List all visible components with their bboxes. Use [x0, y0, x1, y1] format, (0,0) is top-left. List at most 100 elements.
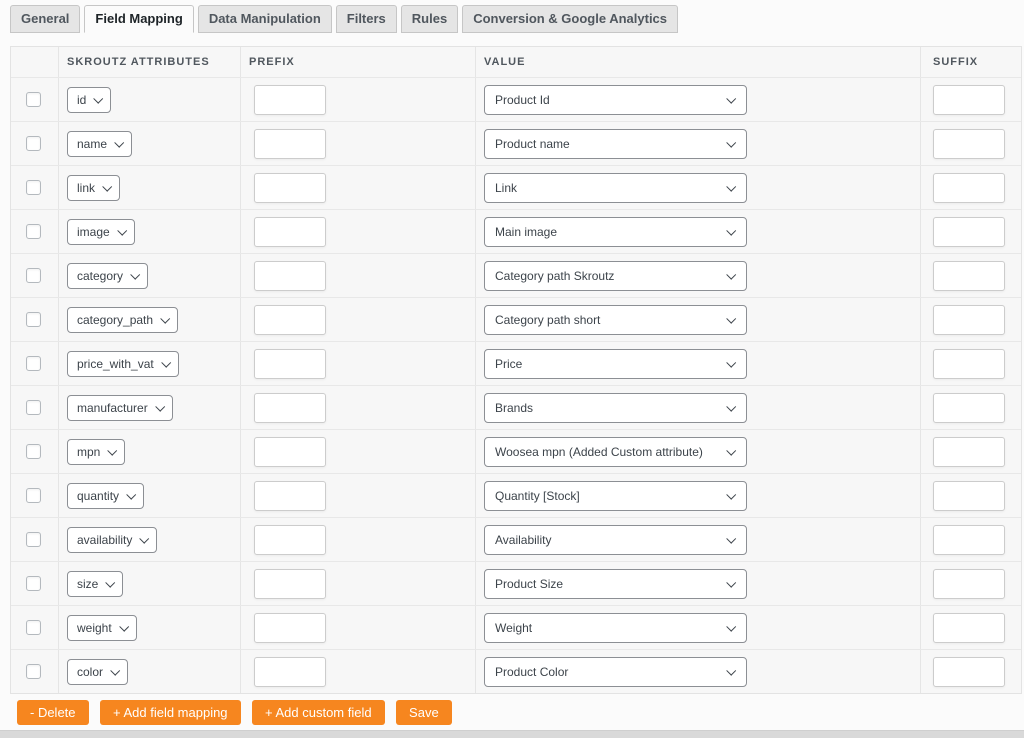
attribute-select[interactable]: color — [67, 659, 128, 685]
value-select-value: Main image — [495, 225, 557, 239]
column-header-checkbox — [11, 47, 59, 77]
suffix-input[interactable] — [933, 173, 1005, 203]
save-button[interactable]: Save — [396, 700, 452, 725]
row-checkbox[interactable] — [26, 576, 41, 591]
value-cell: Quantity [Stock] — [476, 474, 921, 517]
suffix-input[interactable] — [933, 569, 1005, 599]
prefix-input[interactable] — [254, 613, 326, 643]
value-select[interactable]: Woosea mpn (Added Custom attribute) — [484, 437, 747, 467]
prefix-input[interactable] — [254, 85, 326, 115]
table-row: name Product name — [11, 121, 1021, 165]
row-checkbox[interactable] — [26, 268, 41, 283]
prefix-input[interactable] — [254, 173, 326, 203]
prefix-input[interactable] — [254, 305, 326, 335]
tab-field-mapping[interactable]: Field Mapping — [84, 5, 193, 33]
row-checkbox[interactable] — [26, 180, 41, 195]
suffix-input[interactable] — [933, 217, 1005, 247]
tab-filters[interactable]: Filters — [336, 5, 397, 33]
suffix-input[interactable] — [933, 393, 1005, 423]
suffix-input[interactable] — [933, 613, 1005, 643]
chevron-down-icon — [726, 314, 736, 324]
attribute-select[interactable]: category — [67, 263, 148, 289]
prefix-input[interactable] — [254, 393, 326, 423]
attribute-cell: id — [59, 78, 241, 121]
row-checkbox[interactable] — [26, 532, 41, 547]
row-checkbox[interactable] — [26, 224, 41, 239]
attribute-select[interactable]: quantity — [67, 483, 144, 509]
prefix-input[interactable] — [254, 657, 326, 687]
attribute-select[interactable]: manufacturer — [67, 395, 173, 421]
row-checkbox[interactable] — [26, 400, 41, 415]
attribute-select[interactable]: name — [67, 131, 132, 157]
suffix-input[interactable] — [933, 481, 1005, 511]
prefix-input[interactable] — [254, 569, 326, 599]
value-select[interactable]: Main image — [484, 217, 747, 247]
value-select[interactable]: Product name — [484, 129, 747, 159]
prefix-input[interactable] — [254, 261, 326, 291]
value-select[interactable]: Availability — [484, 525, 747, 555]
value-select[interactable]: Link — [484, 173, 747, 203]
table-row: category Category path Skroutz — [11, 253, 1021, 297]
prefix-input[interactable] — [254, 129, 326, 159]
suffix-input[interactable] — [933, 525, 1005, 555]
attribute-select-value: weight — [77, 621, 112, 635]
row-checkbox[interactable] — [26, 312, 41, 327]
checkbox-cell — [11, 386, 59, 429]
value-select[interactable]: Product Id — [484, 85, 747, 115]
suffix-input[interactable] — [933, 261, 1005, 291]
attribute-select[interactable]: mpn — [67, 439, 125, 465]
chevron-down-icon — [726, 578, 736, 588]
row-checkbox[interactable] — [26, 488, 41, 503]
attribute-select[interactable]: link — [67, 175, 120, 201]
suffix-input[interactable] — [933, 657, 1005, 687]
row-checkbox[interactable] — [26, 356, 41, 371]
table-row: color Product Color — [11, 649, 1021, 693]
suffix-input[interactable] — [933, 349, 1005, 379]
tab-data-manipulation[interactable]: Data Manipulation — [198, 5, 332, 33]
add-custom-field-button[interactable]: + Add custom field — [252, 700, 385, 725]
table-row: size Product Size — [11, 561, 1021, 605]
chevron-down-icon — [117, 226, 127, 236]
attribute-select[interactable]: size — [67, 571, 123, 597]
value-select[interactable]: Brands — [484, 393, 747, 423]
value-select-value: Product name — [495, 137, 570, 151]
prefix-input[interactable] — [254, 437, 326, 467]
row-checkbox[interactable] — [26, 664, 41, 679]
suffix-input[interactable] — [933, 85, 1005, 115]
attribute-select[interactable]: image — [67, 219, 135, 245]
value-select[interactable]: Product Size — [484, 569, 747, 599]
delete-button[interactable]: - Delete — [17, 700, 89, 725]
attribute-select[interactable]: price_with_vat — [67, 351, 179, 377]
chevron-down-icon — [119, 622, 129, 632]
attribute-cell: name — [59, 122, 241, 165]
suffix-input[interactable] — [933, 437, 1005, 467]
tab-conversion-google-analytics[interactable]: Conversion & Google Analytics — [462, 5, 678, 33]
tab-rules[interactable]: Rules — [401, 5, 458, 33]
attribute-select[interactable]: id — [67, 87, 111, 113]
value-select[interactable]: Product Color — [484, 657, 747, 687]
value-select[interactable]: Price — [484, 349, 747, 379]
value-select-value: Price — [495, 357, 522, 371]
value-select[interactable]: Weight — [484, 613, 747, 643]
chevron-down-icon — [726, 138, 736, 148]
prefix-input[interactable] — [254, 525, 326, 555]
add-field-mapping-button[interactable]: + Add field mapping — [100, 700, 241, 725]
prefix-cell — [241, 386, 476, 429]
attribute-select[interactable]: category_path — [67, 307, 178, 333]
value-select[interactable]: Category path short — [484, 305, 747, 335]
attribute-select[interactable]: weight — [67, 615, 137, 641]
row-checkbox[interactable] — [26, 444, 41, 459]
tab-general[interactable]: General — [10, 5, 80, 33]
row-checkbox[interactable] — [26, 620, 41, 635]
attribute-select[interactable]: availability — [67, 527, 157, 553]
row-checkbox[interactable] — [26, 136, 41, 151]
value-select[interactable]: Category path Skroutz — [484, 261, 747, 291]
value-select[interactable]: Quantity [Stock] — [484, 481, 747, 511]
suffix-input[interactable] — [933, 305, 1005, 335]
suffix-input[interactable] — [933, 129, 1005, 159]
prefix-input[interactable] — [254, 349, 326, 379]
prefix-input[interactable] — [254, 481, 326, 511]
prefix-input[interactable] — [254, 217, 326, 247]
attribute-cell: mpn — [59, 430, 241, 473]
row-checkbox[interactable] — [26, 92, 41, 107]
